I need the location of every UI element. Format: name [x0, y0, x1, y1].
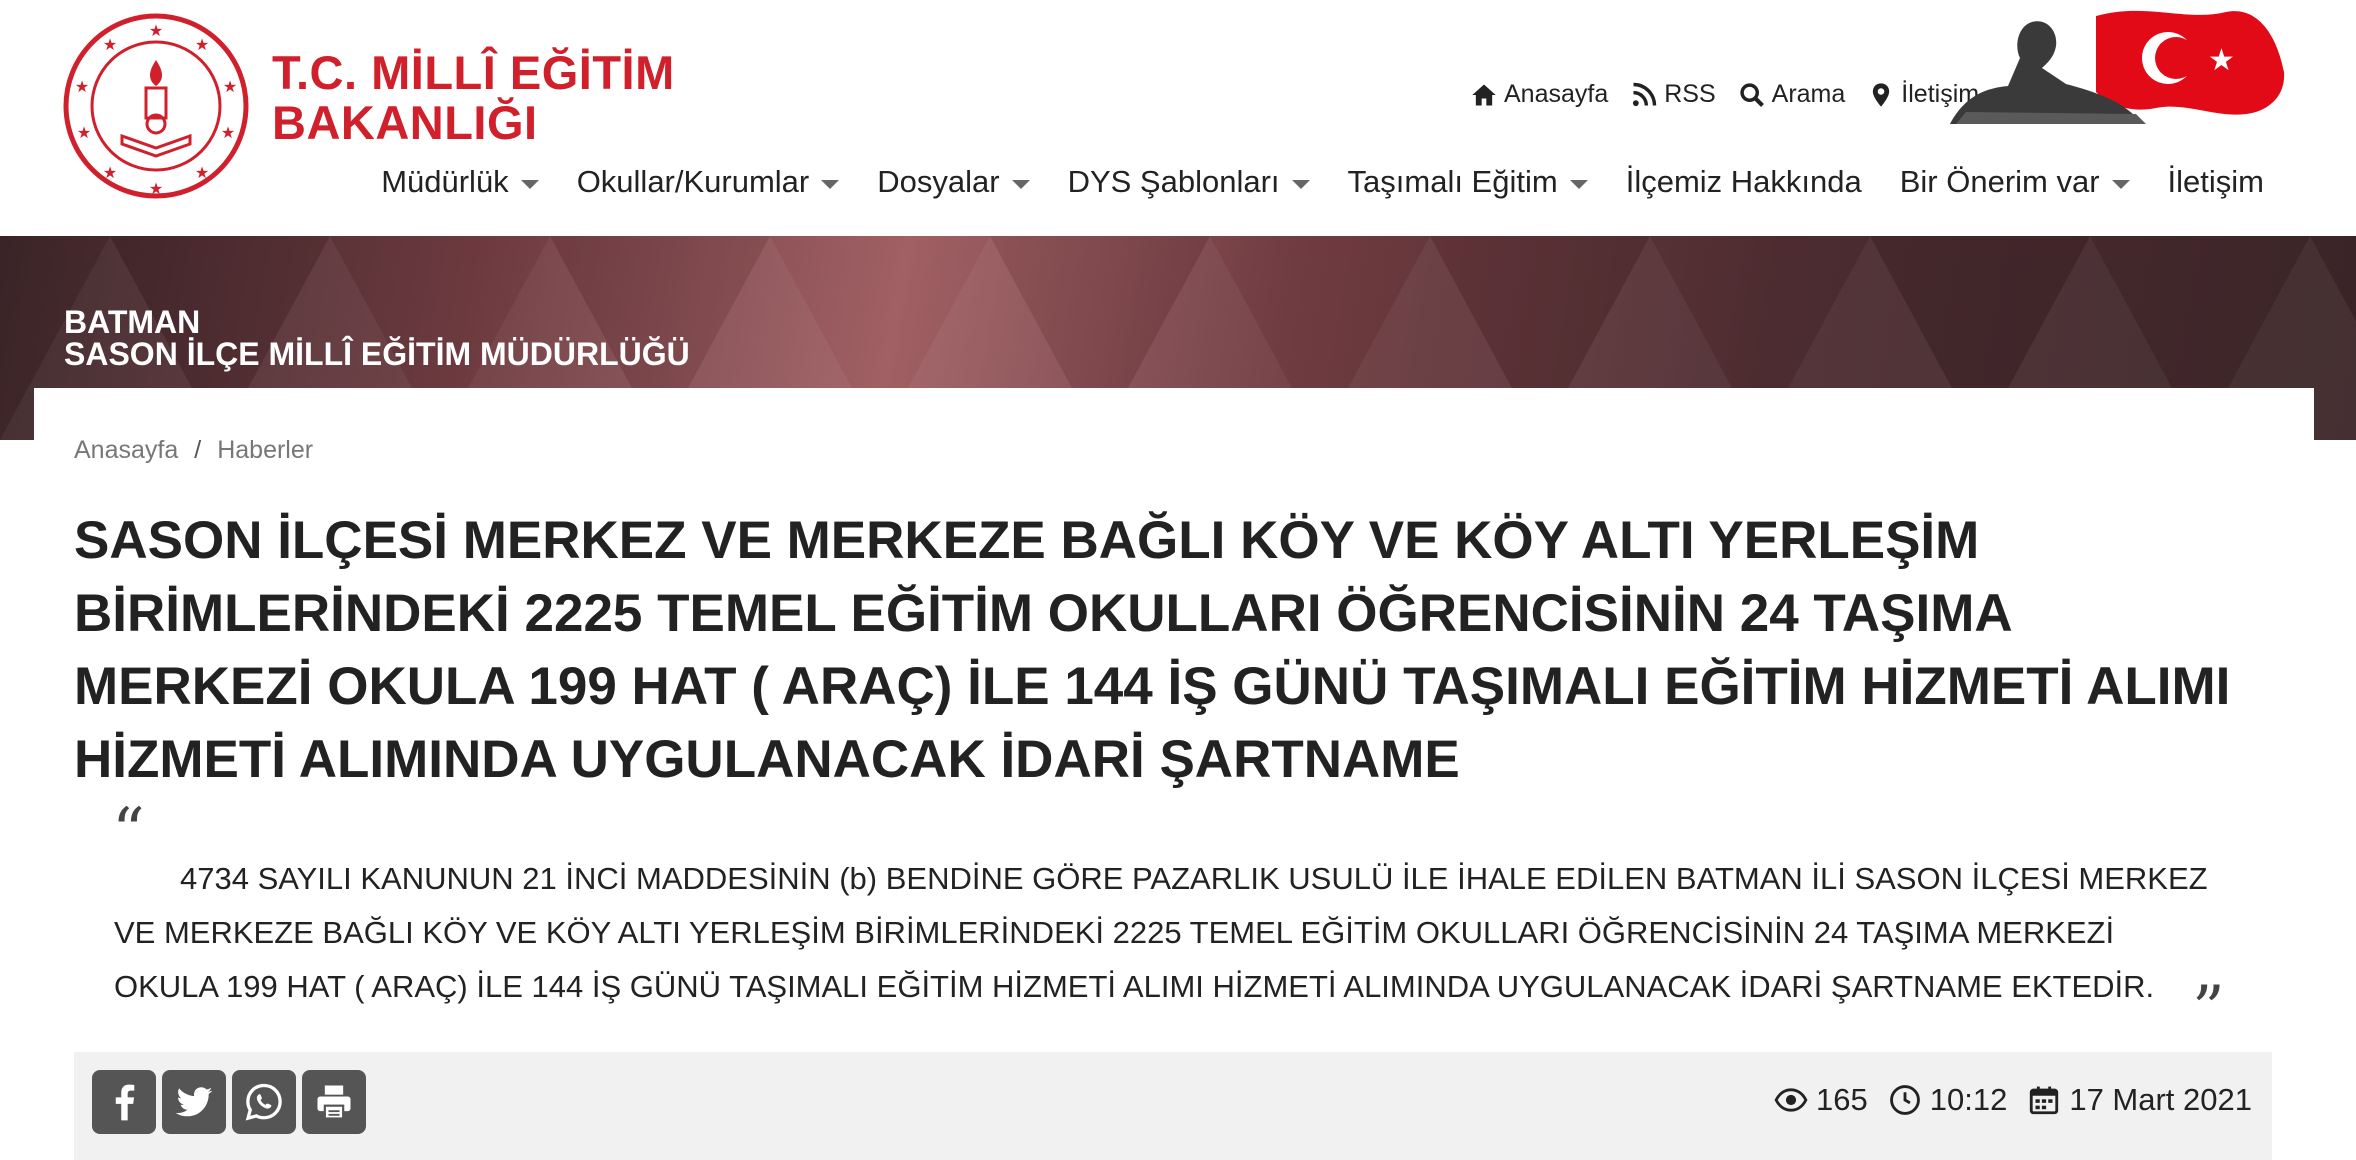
site-header: ★ ★ ★ ★ ★ ★ ★ ★ ★ ★ T.C. MİLLÎ EĞİTİM BA… — [0, 0, 2356, 236]
nav-item-okullar[interactable]: Okullar/Kurumlar — [577, 164, 840, 200]
ministry-name-line1: T.C. MİLLÎ EĞİTİM — [272, 46, 675, 99]
svg-text:★: ★ — [149, 179, 163, 198]
twitter-share-button[interactable] — [162, 1070, 226, 1134]
nav-item-label: İlçemiz Hakkında — [1625, 164, 1862, 199]
ministry-name-line2: BAKANLIĞI — [272, 96, 538, 149]
top-link-label: RSS — [1664, 80, 1716, 108]
print-button[interactable] — [302, 1070, 366, 1134]
article-summary: 4734 SAYILI KANUNUN 21 İNCİ MADDESİNİN (… — [114, 861, 2208, 1004]
caret-down-icon — [1569, 179, 1588, 189]
close-quote-mark: ” — [2192, 973, 2225, 1047]
home-icon — [1472, 84, 1496, 105]
share-bar: 165 10:12 17 Mart 2021 — [74, 1052, 2272, 1160]
clock-icon — [1889, 1085, 1920, 1115]
top-link-home[interactable]: Anasayfa — [1470, 80, 1608, 109]
whatsapp-icon — [245, 1083, 282, 1121]
whatsapp-share-button[interactable] — [232, 1070, 296, 1134]
calendar-icon — [2030, 1086, 2059, 1115]
print-icon — [317, 1085, 351, 1120]
breadcrumb-separator: / — [194, 436, 202, 464]
top-link-rss[interactable]: RSS — [1630, 80, 1716, 109]
svg-text:★: ★ — [221, 123, 235, 142]
view-count-value: 165 — [1816, 1082, 1868, 1117]
top-link-label: Anasayfa — [1504, 80, 1609, 108]
breadcrumb-current[interactable]: Haberler — [217, 436, 313, 465]
publish-date-value: 17 Mart 2021 — [2069, 1082, 2252, 1117]
rss-icon — [1633, 82, 1657, 106]
svg-text:★: ★ — [75, 77, 89, 96]
caret-down-icon — [1291, 179, 1310, 189]
nav-item-iletisim[interactable]: İletişim — [2168, 164, 2264, 200]
nav-item-label: Dosyalar — [877, 164, 1000, 199]
nav-item-oneri[interactable]: Bir Önerim var — [1900, 164, 2130, 200]
svg-text:★: ★ — [149, 21, 163, 40]
nav-item-ilcemiz[interactable]: İlçemiz Hakkında — [1626, 164, 1862, 200]
facebook-share-button[interactable] — [92, 1070, 156, 1134]
nav-item-tasimali[interactable]: Taşımalı Eğitim — [1348, 164, 1588, 200]
nav-item-dys[interactable]: DYS Şablonları — [1068, 164, 1310, 200]
breadcrumb-home[interactable]: Anasayfa — [74, 436, 178, 465]
eye-icon — [1774, 1088, 1808, 1112]
svg-text:★: ★ — [77, 123, 91, 142]
nav-item-dosyalar[interactable]: Dosyalar — [877, 164, 1030, 200]
directorate-city: BATMAN — [64, 304, 201, 340]
svg-text:★: ★ — [195, 163, 209, 182]
caret-down-icon — [821, 179, 840, 189]
map-marker-icon — [1873, 82, 1890, 107]
nav-item-label: Okullar/Kurumlar — [576, 164, 810, 199]
breadcrumb: Anasayfa / Haberler — [74, 436, 313, 465]
top-link-label: Arama — [1771, 80, 1846, 108]
svg-text:★: ★ — [195, 35, 209, 54]
caret-down-icon — [2111, 179, 2130, 189]
twitter-icon — [175, 1087, 213, 1117]
main-nav: Müdürlük Okullar/Kurumlar Dosyalar DYS Ş… — [381, 164, 2264, 200]
publish-date: 17 Mart 2021 — [2027, 1082, 2252, 1118]
top-link-search[interactable]: Arama — [1738, 80, 1846, 109]
directorate-title: SASON İLÇE MİLLÎ EĞİTİM MÜDÜRLÜĞÜ — [64, 336, 690, 372]
svg-text:★: ★ — [223, 77, 237, 96]
nav-item-label: İletişim — [2167, 164, 2264, 199]
directorate-name: BATMAN SASON İLÇE MİLLÎ EĞİTİM MÜDÜRLÜĞÜ — [64, 306, 690, 370]
open-quote-mark: “ — [112, 795, 145, 869]
nav-item-label: Taşımalı Eğitim — [1347, 164, 1558, 199]
utility-links: Anasayfa RSS Arama İletişim — [1470, 80, 1979, 109]
nav-item-label: Müdürlük — [381, 164, 509, 199]
nav-item-label: DYS Şablonları — [1067, 164, 1280, 199]
svg-text:★: ★ — [103, 35, 117, 54]
nav-item-label: Bir Önerim var — [1899, 164, 2100, 199]
svg-text:★: ★ — [103, 163, 117, 182]
ataturk-flag-image: ★ — [1950, 10, 2285, 125]
article-meta: 165 10:12 17 Mart 2021 — [1774, 1082, 2252, 1118]
search-icon — [1739, 82, 1764, 107]
caret-down-icon — [520, 179, 539, 189]
article-title: SASON İLÇESİ MERKEZ VE MERKEZE BAĞLI KÖY… — [74, 511, 2231, 789]
ministry-name[interactable]: T.C. MİLLÎ EĞİTİM BAKANLIĞI — [272, 48, 675, 148]
nav-item-mudurluk[interactable]: Müdürlük — [381, 164, 539, 200]
svg-text:★: ★ — [2208, 43, 2235, 78]
view-count: 165 — [1774, 1082, 1868, 1118]
ministry-seal-logo[interactable]: ★ ★ ★ ★ ★ ★ ★ ★ ★ ★ — [62, 12, 250, 200]
caret-down-icon — [1011, 179, 1030, 189]
facebook-icon — [115, 1084, 135, 1121]
publish-time-value: 10:12 — [1929, 1082, 2008, 1117]
publish-time: 10:12 — [1888, 1082, 2008, 1118]
